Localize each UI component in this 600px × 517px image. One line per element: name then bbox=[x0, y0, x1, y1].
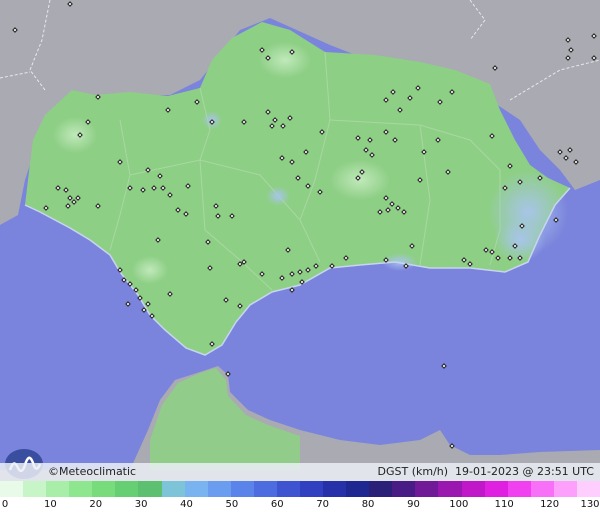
legend-swatch bbox=[507, 481, 531, 497]
legend-color-bar bbox=[0, 481, 600, 497]
legend-swatch bbox=[438, 481, 462, 497]
legend-swatch bbox=[484, 481, 508, 497]
legend-tick: 40 bbox=[180, 499, 193, 510]
legend-swatch bbox=[230, 481, 254, 497]
legend-swatch bbox=[23, 481, 47, 497]
legend-swatch bbox=[184, 481, 208, 497]
legend-tick: 10 bbox=[44, 499, 57, 510]
legend-swatch bbox=[392, 481, 416, 497]
legend-swatch bbox=[115, 481, 139, 497]
legend-tick: 0 bbox=[1, 499, 9, 510]
legend-swatch bbox=[369, 481, 393, 497]
legend-tick: 100 bbox=[449, 499, 469, 510]
variable-label: DGST bbox=[377, 465, 409, 478]
legend-tick: 20 bbox=[89, 499, 103, 510]
brand-name: Meteoclimatic bbox=[59, 465, 137, 478]
legend-swatch bbox=[461, 481, 485, 497]
legend-swatch bbox=[276, 481, 301, 497]
legend-swatch bbox=[138, 481, 162, 497]
legend-swatch bbox=[207, 481, 231, 497]
legend-tick: 60 bbox=[270, 499, 284, 510]
legend-swatch bbox=[0, 481, 24, 497]
date-label: 19-01-2023 bbox=[455, 465, 519, 478]
legend-swatch bbox=[323, 481, 347, 497]
time-label: 23:51 UTC bbox=[536, 465, 594, 478]
legend-swatch bbox=[576, 481, 600, 497]
legend-swatch bbox=[253, 481, 277, 497]
legend-tick: 110 bbox=[494, 499, 514, 510]
legend-tick: 120 bbox=[540, 499, 560, 510]
map-info: DGST (km/h) 19-01-2023 @ 23:51 UTC bbox=[377, 465, 594, 478]
legend-tick: 30 bbox=[134, 499, 148, 510]
legend-tick: 130 bbox=[580, 499, 600, 510]
brand-label: ©Meteoclimatic bbox=[48, 465, 136, 478]
legend-swatch bbox=[92, 481, 116, 497]
legend-tick: 80 bbox=[361, 499, 375, 510]
legend-tick: 70 bbox=[316, 499, 330, 510]
legend-swatch bbox=[46, 481, 70, 497]
legend-swatch bbox=[530, 481, 554, 497]
legend-swatch bbox=[161, 481, 185, 497]
unit-label: (km/h) bbox=[411, 465, 449, 478]
legend-swatch bbox=[415, 481, 439, 497]
legend-swatch bbox=[300, 481, 324, 497]
legend-swatch bbox=[346, 481, 370, 497]
legend-swatch bbox=[69, 481, 93, 497]
wind-gust-map bbox=[0, 0, 600, 517]
copyright-symbol: © bbox=[48, 465, 59, 478]
legend-swatch bbox=[553, 481, 577, 497]
legend-tick: 50 bbox=[225, 499, 239, 510]
legend-tick: 90 bbox=[407, 499, 420, 510]
color-legend: 0 10 20 30 40 50 60 70 80 90 100 110 120 130 bbox=[0, 481, 600, 517]
at-label: @ bbox=[522, 465, 534, 478]
